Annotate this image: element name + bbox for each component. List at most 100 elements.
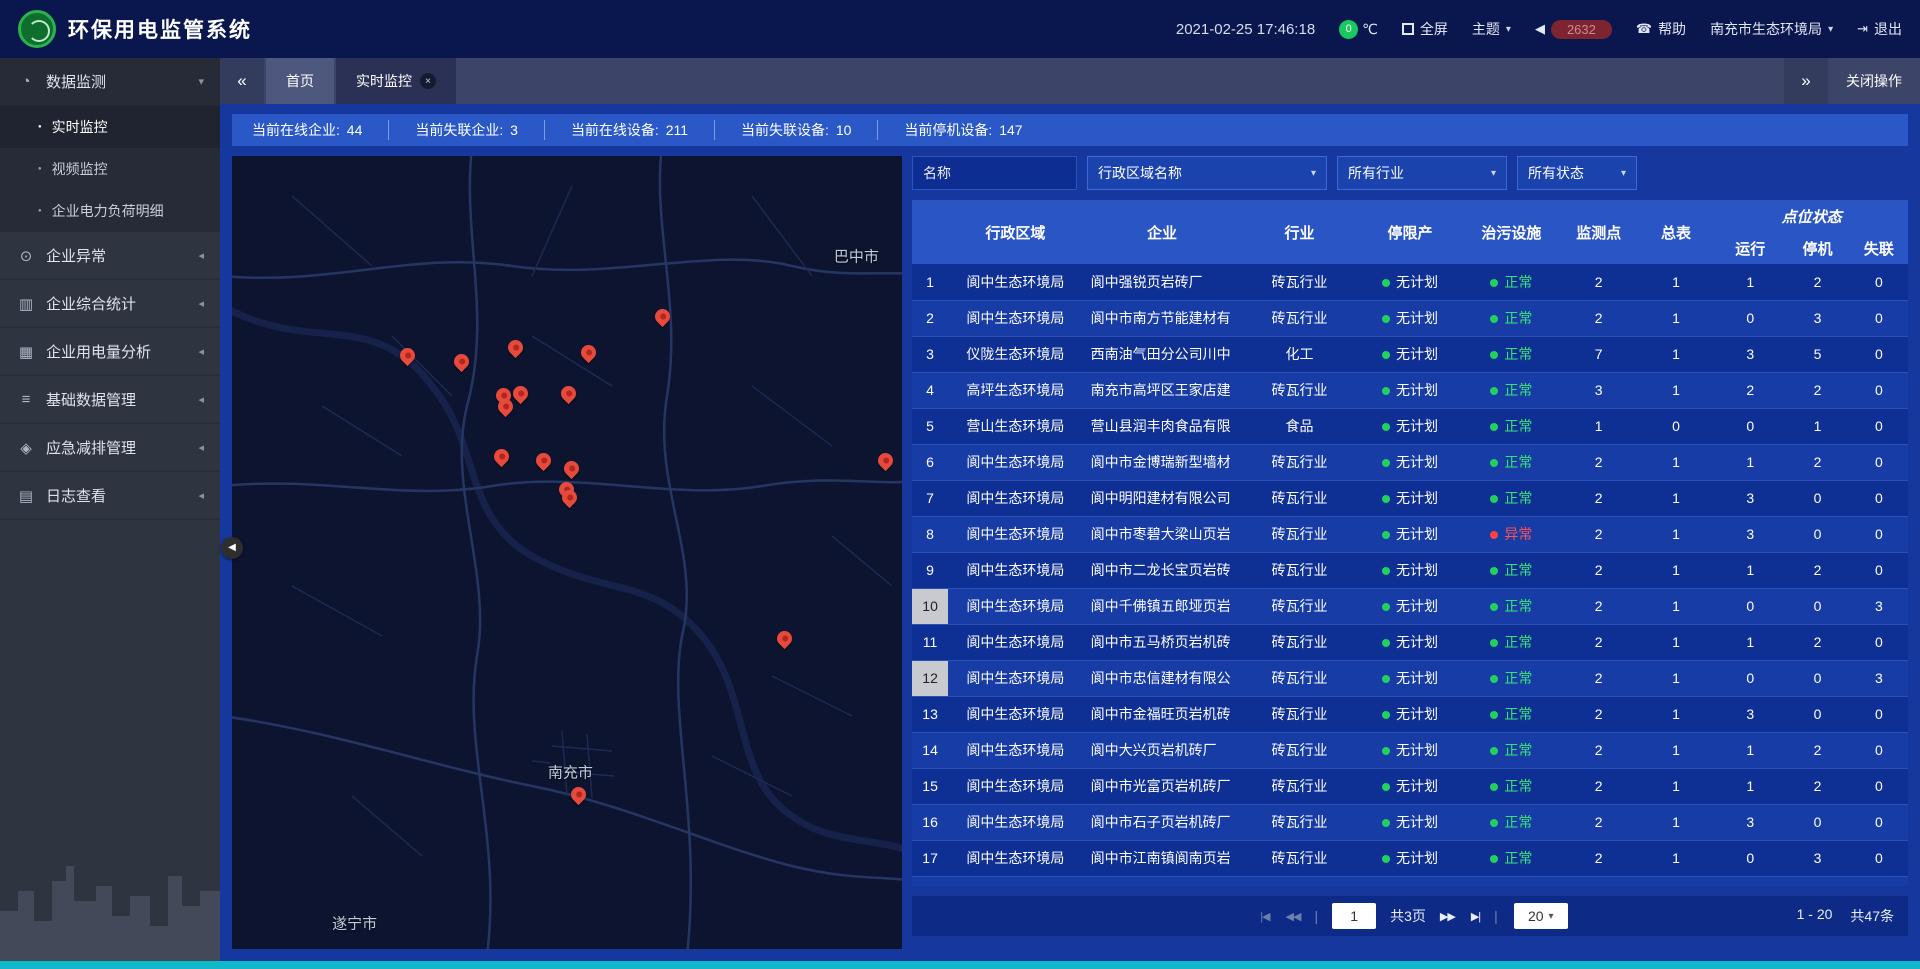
- map-panel[interactable]: 巴中市南充市遂宁市 ◀: [232, 156, 902, 949]
- sidebar-group[interactable]: ▥企业综合统计◂: [0, 280, 220, 328]
- sidebar-group[interactable]: ⊙企业异常◂: [0, 232, 220, 280]
- page-size-select[interactable]: 20 ▾: [1514, 903, 1568, 929]
- prev-page-button[interactable]: ◀◀: [1286, 910, 1301, 923]
- tab-realtime-monitor[interactable]: 实时监控 ×: [336, 58, 456, 104]
- cell-seq: 16: [912, 804, 948, 840]
- tabs-scroll-left-button[interactable]: «: [220, 58, 264, 104]
- panel-collapse-button[interactable]: ◀: [221, 537, 243, 559]
- status-dot-green: [1490, 855, 1498, 863]
- industry-filter-select[interactable]: 所有行业 ▾: [1337, 156, 1507, 190]
- map-pin-icon[interactable]: [568, 784, 589, 805]
- chevron-left-icon: ◂: [198, 393, 204, 406]
- facility-status-label: 正常: [1504, 418, 1532, 434]
- sidebar-group[interactable]: ◈应急减排管理◂: [0, 424, 220, 472]
- double-chevron-right-icon: »: [1801, 71, 1810, 91]
- map-pin-icon[interactable]: [874, 450, 895, 471]
- page-number-input[interactable]: [1332, 903, 1376, 929]
- cell-industry: 砖瓦行业: [1241, 264, 1357, 300]
- notification-button[interactable]: ◀ 2632: [1535, 20, 1612, 39]
- sidebar-item[interactable]: ●视频监控: [0, 148, 220, 190]
- cell-region: 营山生态环境局: [948, 408, 1083, 444]
- sidebar-group[interactable]: ◔数据监测▾: [0, 58, 220, 106]
- org-dropdown[interactable]: 南充市生态环境局 ▾: [1710, 19, 1833, 39]
- cell-seq: 6: [912, 444, 948, 480]
- table-row[interactable]: 14阆中生态环境局阆中大兴页岩机砖厂砖瓦行业无计划正常21120: [912, 732, 1908, 768]
- status-filter-select[interactable]: 所有状态 ▾: [1517, 156, 1637, 190]
- table-row[interactable]: 1阆中生态环境局阆中强锐页岩砖厂砖瓦行业无计划正常21120: [912, 264, 1908, 300]
- map-pin-icon[interactable]: [558, 383, 579, 404]
- table-row[interactable]: 18南部生态环境局南部县页岩砖有限公司砖瓦行业无计划正常21003: [912, 876, 1908, 886]
- table-row[interactable]: 4高坪生态环境局南充市高坪区王家店建砖瓦行业无计划正常31220: [912, 372, 1908, 408]
- cell-region: 阆中生态环境局: [948, 300, 1083, 336]
- header-facility: 治污设施: [1462, 200, 1560, 264]
- first-page-button[interactable]: |◀: [1260, 910, 1269, 923]
- table-row[interactable]: 15阆中生态环境局阆中市光富页岩机砖厂砖瓦行业无计划正常21120: [912, 768, 1908, 804]
- map-pin-icon[interactable]: [451, 351, 472, 372]
- cell-company: 阆中千佛镇五郎垭页岩: [1083, 588, 1242, 624]
- map-pin-icon[interactable]: [652, 306, 673, 327]
- sidebar-item[interactable]: ●企业电力负荷明细: [0, 190, 220, 232]
- header-run: 运行: [1715, 232, 1785, 264]
- stop-plan-label: 无计划: [1396, 778, 1438, 794]
- map-pin-icon[interactable]: [491, 446, 512, 467]
- status-dot-green: [1490, 603, 1498, 611]
- table-row[interactable]: 8阆中生态环境局阆中市枣碧大梁山页岩砖瓦行业无计划异常21300: [912, 516, 1908, 552]
- sidebar-group[interactable]: ≡基础数据管理◂: [0, 376, 220, 424]
- help-button[interactable]: ☎ 帮助: [1636, 19, 1686, 39]
- last-page-button[interactable]: ▶|: [1471, 910, 1480, 923]
- status-dot-green: [1490, 459, 1498, 467]
- table-row[interactable]: 17阆中生态环境局阆中市江南镇阆南页岩砖瓦行业无计划正常21030: [912, 840, 1908, 876]
- theme-dropdown[interactable]: 主题 ▾: [1472, 19, 1511, 39]
- table-row[interactable]: 9阆中生态环境局阆中市二龙长宝页岩砖砖瓦行业无计划正常21120: [912, 552, 1908, 588]
- cell-stop: 0: [1785, 876, 1849, 886]
- cell-run: 0: [1715, 876, 1785, 886]
- status-dot-green: [1382, 567, 1390, 575]
- map-pin-icon[interactable]: [774, 628, 795, 649]
- table-row[interactable]: 12阆中生态环境局阆中市忠信建材有限公砖瓦行业无计划正常21003: [912, 660, 1908, 696]
- cell-company: 阆中市五马桥页岩机砖: [1083, 624, 1242, 660]
- map-pin-icon[interactable]: [561, 458, 582, 479]
- status-dot-green: [1490, 783, 1498, 791]
- map-pin-icon[interactable]: [397, 345, 418, 366]
- speaker-icon: ◀: [1535, 21, 1545, 37]
- sidebar-group[interactable]: ▦企业用电量分析◂: [0, 328, 220, 376]
- next-page-button[interactable]: ▶▶: [1440, 910, 1455, 923]
- map-pin-icon[interactable]: [533, 450, 554, 471]
- fullscreen-button[interactable]: 全屏: [1402, 19, 1448, 39]
- facility-status-label: 正常: [1504, 706, 1532, 722]
- sidebar-group[interactable]: ▤日志查看◂: [0, 472, 220, 520]
- region-filter-select[interactable]: 行政区域名称 ▾: [1087, 156, 1327, 190]
- map-pin-icon[interactable]: [578, 342, 599, 363]
- name-filter-input[interactable]: [912, 156, 1077, 190]
- tab-label: 实时监控: [356, 71, 412, 91]
- temperature-widget: 0 ℃: [1339, 20, 1378, 39]
- table-row[interactable]: 7阆中生态环境局阆中明阳建材有限公司砖瓦行业无计划正常21300: [912, 480, 1908, 516]
- map-pin-icon[interactable]: [510, 383, 531, 404]
- table-row[interactable]: 3仪陇生态环境局西南油气田分公司川中化工无计划正常71350: [912, 336, 1908, 372]
- close-icon[interactable]: ×: [420, 73, 436, 89]
- close-operations-button[interactable]: 关闭操作: [1828, 71, 1920, 91]
- cell-total: 1: [1637, 552, 1715, 588]
- cell-region: 阆中生态环境局: [948, 264, 1083, 300]
- tabs-scroll-right-button[interactable]: »: [1784, 58, 1828, 104]
- table-row[interactable]: 11阆中生态环境局阆中市五马桥页岩机砖砖瓦行业无计划正常21120: [912, 624, 1908, 660]
- sidebar-item[interactable]: ●实时监控: [0, 106, 220, 148]
- table-row[interactable]: 13阆中生态环境局阆中市金福旺页岩机砖砖瓦行业无计划正常21300: [912, 696, 1908, 732]
- content-area: 当前在线企业: 44当前失联企业: 3当前在线设备: 211当前失联设备: 10…: [220, 104, 1920, 961]
- map-pin-icon[interactable]: [505, 337, 526, 358]
- table-row[interactable]: 16阆中生态环境局阆中市石子页岩机砖厂砖瓦行业无计划正常21300: [912, 804, 1908, 840]
- cell-company: 阆中强锐页岩砖厂: [1083, 264, 1242, 300]
- stat-label: 当前失联企业:: [415, 122, 507, 138]
- tab-home[interactable]: 首页: [266, 58, 334, 104]
- stop-plan-label: 无计划: [1396, 706, 1438, 722]
- cell-total: 1: [1637, 372, 1715, 408]
- table-row[interactable]: 10阆中生态环境局阆中千佛镇五郎垭页岩砖瓦行业无计划正常21003: [912, 588, 1908, 624]
- table-row[interactable]: 2阆中生态环境局阆中市南方节能建材有砖瓦行业无计划正常21030: [912, 300, 1908, 336]
- logout-button[interactable]: ⇥ 退出: [1857, 19, 1902, 39]
- table-row[interactable]: 6阆中生态环境局阆中市金博瑞新型墙材砖瓦行业无计划正常21120: [912, 444, 1908, 480]
- cell-seq: 10: [912, 588, 948, 624]
- table-header: 行政区域 企业 行业 停限产 治污设施 监测点 总表 点位状态: [912, 200, 1908, 264]
- cell-stop: 2: [1785, 444, 1849, 480]
- cell-run: 2: [1715, 372, 1785, 408]
- table-row[interactable]: 5营山生态环境局营山县润丰肉食品有限食品无计划正常10010: [912, 408, 1908, 444]
